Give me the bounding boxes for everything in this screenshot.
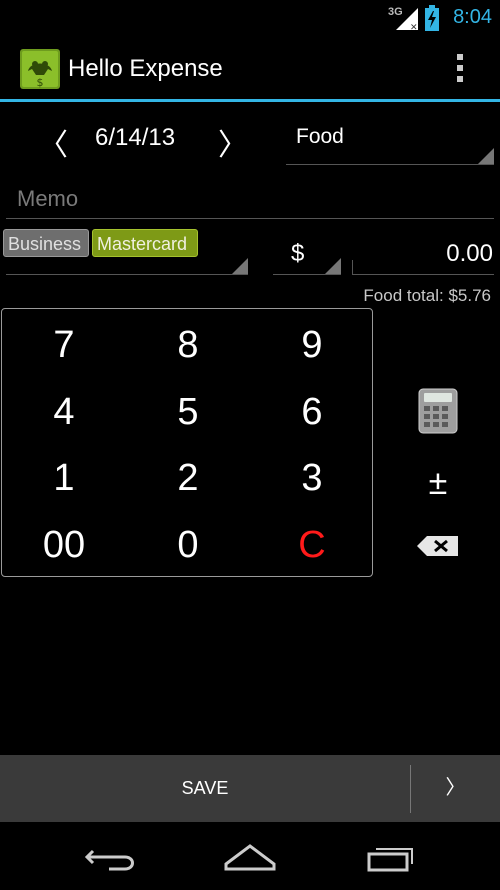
action-bar-divider [0,99,500,102]
next-date-button[interactable]: 〉 [218,120,248,164]
tag-business[interactable]: Business [3,229,89,257]
clear-key[interactable]: C [250,512,374,578]
key-0[interactable]: 0 [126,512,250,578]
recent-apps-icon [367,848,413,872]
next-button[interactable]: 〉 [411,755,500,822]
key-00[interactable]: 00 [2,512,126,578]
previous-date-button[interactable]: 〈 [38,120,68,164]
category-underline [286,164,494,165]
app-title: Hello Expense [68,55,223,82]
calculator-icon [418,388,458,434]
category-total: Food total: $5.76 [363,286,491,305]
keypad: 7 8 9 4 5 6 1 2 3 00 0 C [1,308,373,577]
amount-underline [352,274,494,275]
key-6[interactable]: 6 [250,379,374,445]
backspace-icon [417,536,458,556]
tags-dropdown-icon [232,258,248,274]
date-field[interactable]: 6/14/13 [95,124,175,152]
signal-icon: ✕ [396,8,418,30]
home-icon [224,844,276,871]
back-button[interactable] [65,830,155,885]
amount-field[interactable]: 0.00 [446,240,493,268]
back-icon [84,849,134,871]
key-8[interactable]: 8 [126,312,250,378]
key-5[interactable]: 5 [126,379,250,445]
svg-text:$: $ [37,76,44,89]
key-9[interactable]: 9 [250,312,374,378]
svg-text:✕: ✕ [410,23,418,30]
tags-underline [6,274,248,275]
backspace-button[interactable] [405,516,471,576]
memo-underline [6,218,494,219]
currency-spinner[interactable]: $ [291,240,304,268]
battery-charging-icon [425,5,439,31]
frog-icon[interactable]: $ [20,49,60,89]
plus-minus-button[interactable]: ± [405,453,471,513]
key-3[interactable]: 3 [250,445,374,511]
key-7[interactable]: 7 [2,312,126,378]
key-4[interactable]: 4 [2,379,126,445]
category-spinner[interactable]: Food [296,125,344,149]
currency-dropdown-icon [325,258,341,274]
home-button[interactable] [205,830,295,885]
tag-mastercard[interactable]: Mastercard [92,229,198,257]
status-clock: 8:04 [453,6,492,28]
overflow-menu-icon[interactable] [452,52,468,84]
amount-underline-tick [352,260,353,274]
calculator-button[interactable] [405,380,471,440]
memo-input[interactable]: Memo [17,186,78,212]
key-2[interactable]: 2 [126,445,250,511]
currency-underline [273,274,341,275]
key-1[interactable]: 1 [2,445,126,511]
category-dropdown-icon [478,148,494,164]
save-button[interactable]: SAVE [0,755,410,822]
recent-apps-button[interactable] [345,830,435,885]
